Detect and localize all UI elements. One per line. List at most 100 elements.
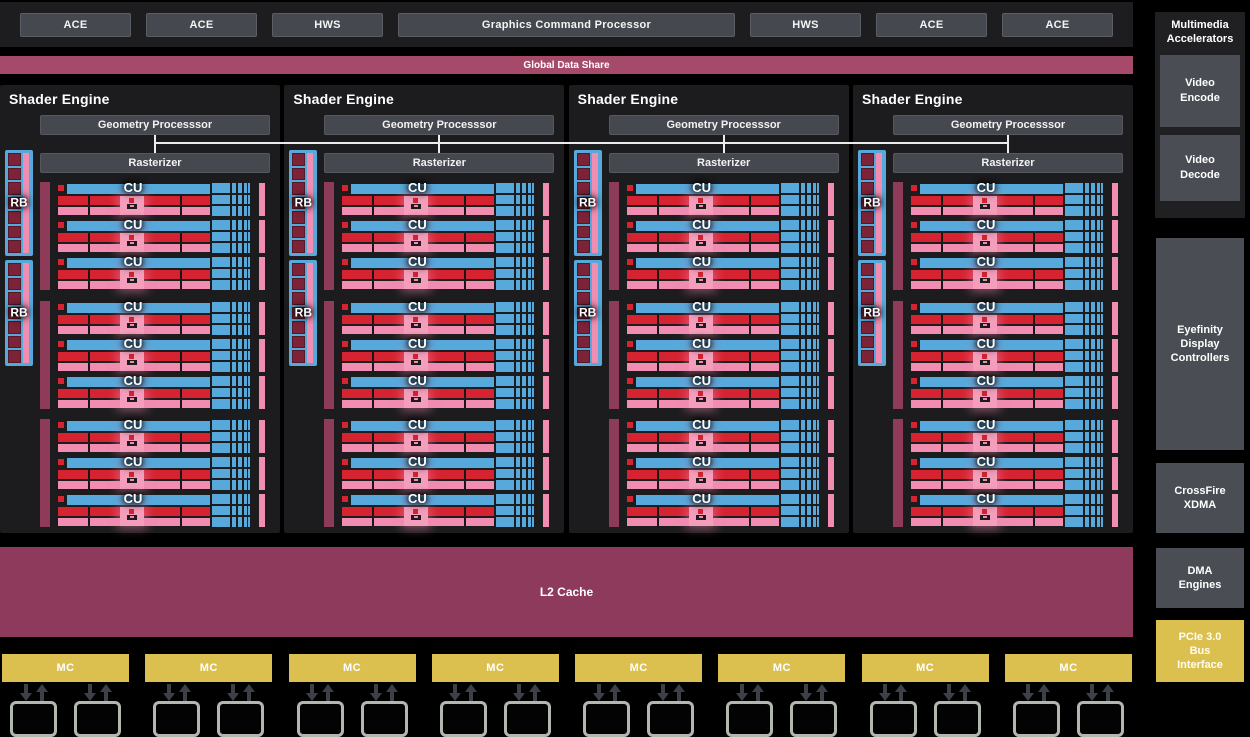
cu-label: CU [692,254,712,269]
memory-chip-box [1076,701,1124,737]
up-down-arrows-icon [799,684,828,701]
cu-right-pink-bar [1111,376,1118,409]
cu-register-grid [1064,420,1103,453]
compute-unit: CU [625,373,834,409]
cu-right-pink-bar [259,183,265,216]
cu-group-bar [324,419,335,527]
cu-center-block [120,433,144,452]
cu-group: CU CU CU [324,180,550,290]
cu-center-block [120,352,144,371]
cu-center-block [972,470,997,489]
memory-chip-unit [726,684,774,737]
cu-center-block [120,196,144,215]
cu-center-block [972,315,997,334]
compute-unit: CU [909,254,1118,290]
cu-right-pink-bar [543,220,550,253]
rb-square [8,335,21,349]
cu-center-notch [411,278,422,283]
compute-unit: CU [340,336,550,372]
cu-right-pink-bar [543,494,550,527]
rb-square [576,167,590,181]
up-down-arrows-icon [306,684,335,701]
cu-group-bar [892,182,903,290]
cu-right-pink-bar [543,302,550,335]
rb-square [860,263,874,276]
cu-center-block [688,389,713,408]
memory-chip-box [296,701,344,737]
cu-center-notch [127,241,137,246]
cu-register-grid [1064,220,1103,253]
rb-square [576,321,590,334]
rb-square [8,277,21,291]
rb-square [292,153,306,166]
cu-label: CU [407,299,427,314]
cu-right-pink-bar [543,339,550,372]
multimedia-accelerators-group: Multimedia Accelerators Video Encode Vid… [1155,12,1245,218]
compute-unit: CU [56,373,265,409]
rb-label: RB [863,195,881,210]
cu-center-block [688,470,713,489]
rb-square [576,225,590,239]
main-diagram-area: ACE ACE HWS Graphics Command Processor HWS AC… [0,0,1133,737]
cu-register-grid [780,302,819,335]
memory-chip-unit [10,684,57,737]
cu-center-dot [981,272,987,277]
rb-block: RB [5,260,33,366]
memory-chip-row [1005,684,1132,737]
cu-register-grid [1064,376,1103,409]
memory-chip-unit [647,684,695,737]
memory-chip-box [933,701,981,737]
cu-center-dot [129,317,134,322]
cu-group: CU CU CU [608,180,834,290]
cu-register-grid [496,457,535,490]
video-decode-block: Video Decode [1160,134,1240,201]
compute-unit: CU [625,299,834,335]
up-down-arrows-icon [370,684,399,701]
geometry-rasterizer-connector [438,135,441,153]
cu-right-pink-bar [1111,339,1118,372]
cu-register-grid [212,457,250,490]
rb-square [860,225,874,239]
memory-chip-unit [583,684,631,737]
cu-group-bar [892,301,903,409]
rb-square [8,292,21,305]
rb-square [576,277,590,291]
memory-chip-unit [1076,684,1124,737]
cu-right-pink-bar [1111,494,1118,527]
cu-center-dot [129,472,134,477]
cu-center-notch [695,204,706,209]
memory-controller-column: MC [431,654,559,737]
memory-chip-row [432,684,559,737]
cu-center-dot [697,235,703,240]
cu-center-dot [413,198,419,203]
cu-register-grid [780,183,819,216]
l2-cache-label: L2 Cache [539,585,594,599]
cu-center-block [120,389,144,408]
eyefinity-display-controllers-block: Eyefinity Display Controllers [1156,238,1244,450]
cu-group: CU CU CU [324,417,550,527]
shader-engine-panel: Shader Engine Geometry Processsor Rasteriz… [852,85,1133,533]
memory-chip-unit [296,684,344,737]
dma-engines-block: DMA Engines [1156,548,1244,608]
compute-unit: CU [56,180,265,216]
memory-chip-unit [790,684,838,737]
up-down-arrows-icon [226,684,255,701]
cu-center-dot [981,235,987,240]
compute-unit: CU [340,454,550,490]
cu-label: CU [407,336,427,351]
hws-button: HWS [272,12,383,37]
cu-center-notch [127,323,137,328]
cu-center-block [972,352,997,371]
cu-center-dot [981,435,987,440]
rb-square [292,182,306,195]
cu-right-pink-bar [543,257,550,290]
cu-center-block [972,233,997,252]
memory-chip-unit [153,684,201,737]
cu-center-block [404,196,429,215]
compute-unit: CU [56,491,265,527]
memory-chip-unit [217,684,265,737]
cu-right-pink-bar [827,376,834,409]
geometry-processor-bar: Geometry Processsor [608,115,839,135]
cu-label: CU [692,336,712,351]
cu-right-pink-bar [543,457,550,490]
